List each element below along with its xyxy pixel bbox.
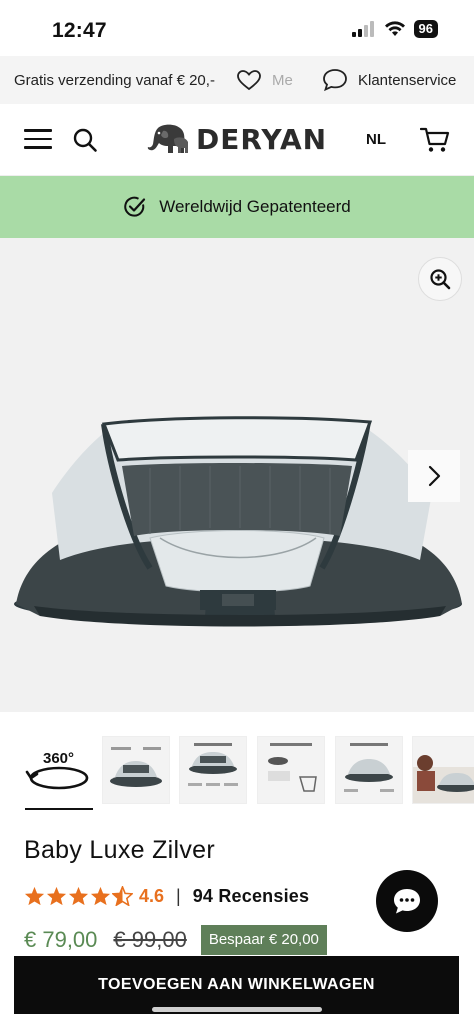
next-image-button[interactable]	[408, 450, 460, 502]
zoom-button[interactable]	[418, 257, 462, 301]
star-rating	[24, 886, 133, 906]
tent-features-thumbnail-image	[188, 743, 238, 786]
rating-summary[interactable]: 4.6 | 94 Recensies	[24, 884, 309, 908]
star-icon	[24, 886, 45, 906]
promo-customer-service[interactable]: Klantenservice	[322, 56, 456, 104]
patent-text: Wereldwijd Gepatenteerd	[159, 197, 351, 216]
heart-icon	[237, 70, 261, 91]
promo-wishlist-text: Me	[272, 71, 293, 89]
review-count[interactable]: 94 Recensies	[193, 886, 309, 907]
signal-icon	[351, 21, 374, 37]
elephant-logo-icon	[147, 124, 188, 153]
savings-badge: Bespaar € 20,00	[200, 925, 327, 955]
product-gallery[interactable]	[0, 238, 474, 712]
status-bar: 12:47 96	[0, 0, 474, 56]
star-icon	[90, 886, 111, 906]
thumbnail-360-label: 360°	[43, 750, 75, 767]
promo-service-text: Klantenservice	[358, 71, 457, 89]
star-icon	[46, 886, 67, 906]
brand-name: DERYAN	[196, 122, 328, 156]
tent-thumbnail-image	[110, 747, 162, 787]
status-icons: 96	[351, 20, 438, 38]
promo-wishlist[interactable]: Me	[236, 56, 293, 104]
wifi-icon	[384, 21, 405, 36]
chat-bubble-icon	[323, 69, 347, 92]
home-indicator	[152, 1007, 322, 1012]
active-thumbnail-indicator	[25, 808, 93, 810]
status-time: 12:47	[52, 19, 107, 42]
brand-logo[interactable]: DERYAN	[144, 122, 327, 156]
thumbnail-image[interactable]	[335, 736, 403, 804]
menu-icon[interactable]	[24, 129, 52, 151]
rating-value: 4.6	[139, 885, 165, 906]
star-icon	[68, 886, 89, 906]
promo-bar: Gratis verzending vanaf € 20,- Me Klante…	[0, 56, 474, 104]
sale-price: € 79,00	[24, 927, 98, 952]
thumbnail-strip: 360°	[0, 712, 474, 820]
chat-dots-icon	[394, 889, 420, 914]
search-icon[interactable]	[72, 127, 98, 153]
promo-shipping-text: Gratis verzending vanaf € 20,-	[14, 71, 215, 89]
chevron-right-icon	[428, 465, 441, 487]
thumbnail-image[interactable]	[179, 736, 247, 804]
half-star-icon	[112, 886, 133, 906]
add-to-cart-button[interactable]: TOEVOEGEN AAN WINKELWAGEN	[14, 956, 459, 1014]
product-image	[14, 416, 462, 627]
original-price: € 99,00	[113, 927, 187, 952]
battery-indicator: 96	[413, 20, 438, 38]
rating-separator: |	[176, 885, 181, 906]
product-title: Baby Luxe Zilver	[24, 836, 215, 864]
price-row: € 79,00 € 99,00 Bespaar € 20,00	[24, 924, 327, 956]
thumbnail-image[interactable]	[257, 736, 325, 804]
rotate-360-icon	[25, 766, 89, 790]
usage-thumbnail-image	[344, 743, 394, 792]
thumbnail-image[interactable]	[412, 736, 474, 804]
zoom-in-icon	[430, 269, 451, 290]
thumbnail-360[interactable]: 360°	[25, 736, 93, 804]
promo-shipping: Gratis verzending vanaf € 20,-	[14, 56, 215, 104]
cart-icon[interactable]	[420, 126, 450, 154]
lifestyle-thumbnail-image	[413, 755, 474, 803]
check-circle-icon	[124, 196, 146, 217]
language-selector[interactable]: NL	[366, 131, 386, 148]
thumbnail-image[interactable]	[102, 736, 170, 804]
live-chat-button[interactable]	[376, 870, 438, 932]
site-header: DERYAN NL	[0, 104, 474, 176]
patent-banner: Wereldwijd Gepatenteerd	[0, 176, 474, 238]
accessories-thumbnail-image	[268, 743, 317, 792]
